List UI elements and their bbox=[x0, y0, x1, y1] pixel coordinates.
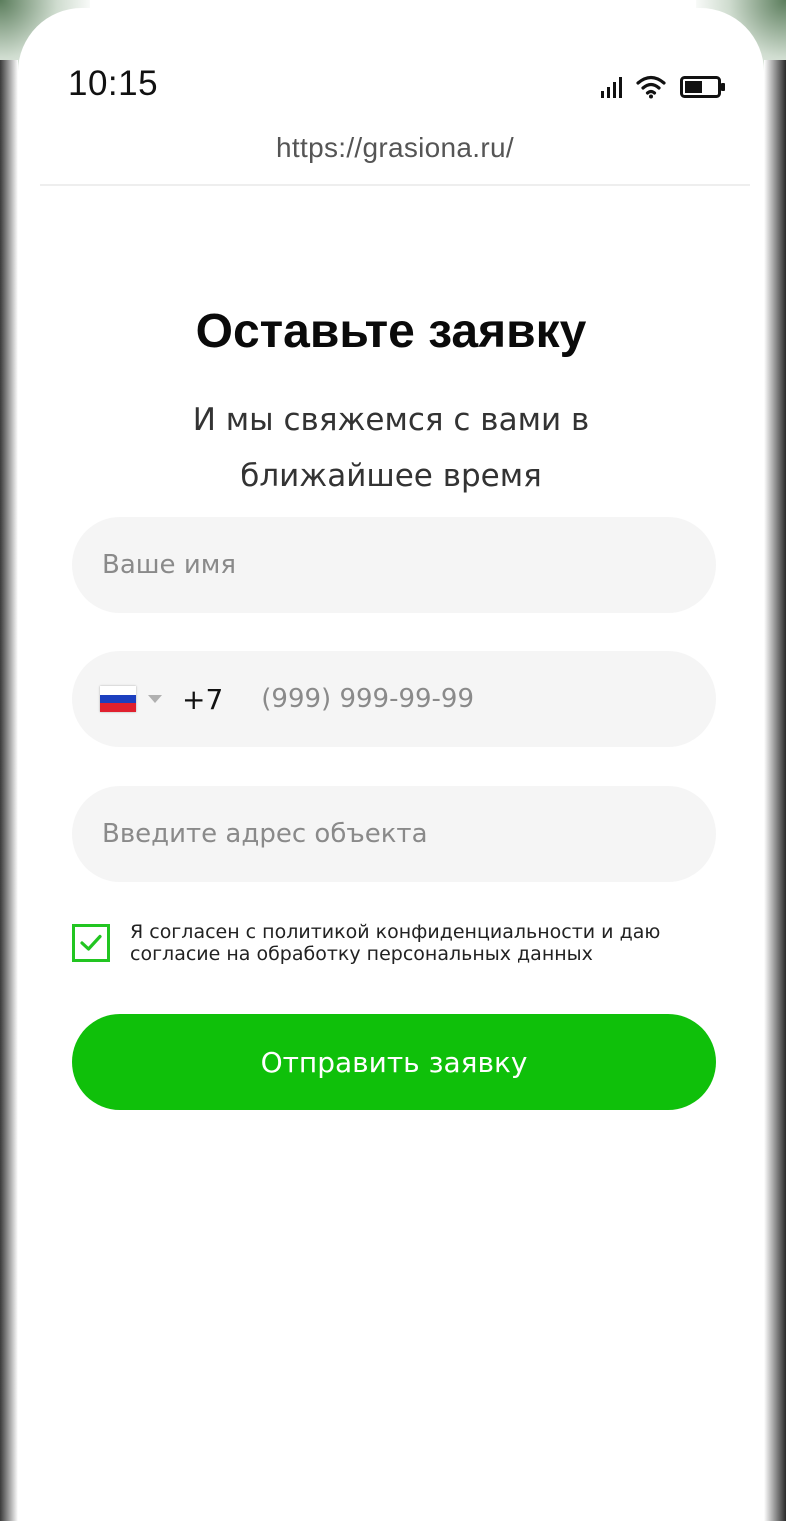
address-input[interactable] bbox=[72, 786, 716, 882]
caret-down-icon bbox=[148, 695, 162, 703]
submit-button[interactable]: Отправить заявку bbox=[72, 1014, 716, 1110]
form-title: Оставьте заявку bbox=[195, 305, 587, 358]
phone-screen: 10:15 https://grasiona.ru/ Оставьте заяв… bbox=[18, 8, 764, 1521]
battery-icon bbox=[680, 75, 726, 99]
ru-flag-icon bbox=[100, 686, 136, 713]
phone-field: +7 bbox=[72, 651, 716, 747]
screen: 10:15 https://grasiona.ru/ Оставьте заяв… bbox=[0, 0, 786, 1521]
phone-input[interactable] bbox=[223, 651, 644, 747]
check-icon bbox=[80, 934, 102, 951]
name-field bbox=[72, 517, 716, 613]
country-select[interactable] bbox=[100, 686, 162, 713]
consent-text: Я согласен с политикой конфиденциальност… bbox=[130, 921, 661, 965]
consent-checkbox[interactable] bbox=[72, 924, 110, 962]
form-subtitle: И мы свяжемся с вами в ближайшее время bbox=[192, 402, 590, 494]
frame-edge-right bbox=[764, 60, 786, 1521]
frame-edge-left bbox=[0, 60, 18, 1521]
wifi-icon bbox=[636, 75, 666, 99]
status-icons bbox=[601, 72, 726, 102]
status-time: 10:15 bbox=[68, 64, 159, 103]
consent-row: Я согласен с политикой конфиденциальност… bbox=[72, 921, 716, 974]
signal-icon bbox=[601, 76, 622, 98]
name-input[interactable] bbox=[72, 517, 716, 613]
dial-code: +7 bbox=[182, 682, 224, 716]
url-text: https://grasiona.ru/ bbox=[276, 132, 514, 163]
address-field bbox=[72, 786, 716, 882]
status-bar: 10:15 bbox=[18, 8, 764, 118]
browser-url-bar[interactable]: https://grasiona.ru/ bbox=[40, 118, 750, 186]
